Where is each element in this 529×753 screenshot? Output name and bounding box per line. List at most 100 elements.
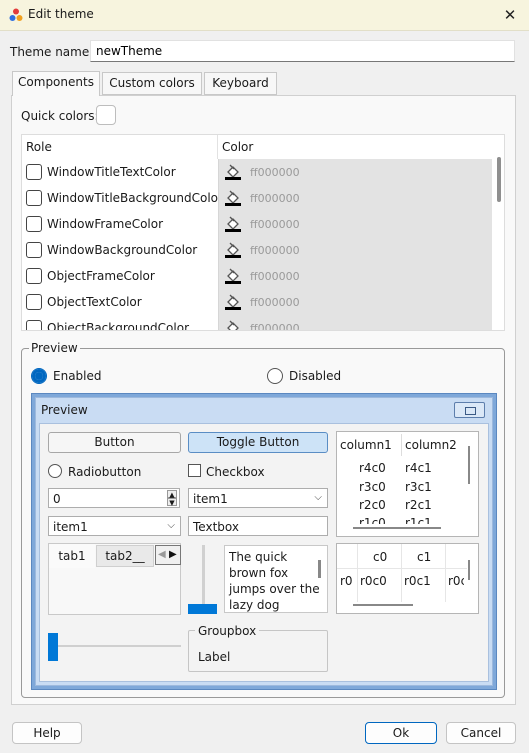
- list-cell[interactable]: r1c0: [359, 516, 386, 524]
- preview-tab-2[interactable]: tab2__: [96, 545, 154, 567]
- grid-row[interactable]: ObjectBackgroundColor: [22, 315, 218, 330]
- list-vertical-scrollbar[interactable]: [468, 446, 470, 484]
- enabled-label[interactable]: Enabled: [53, 369, 102, 383]
- color-cell[interactable]: ff000000: [218, 185, 492, 211]
- preview-combobox-2[interactable]: item1 ⌵: [48, 516, 181, 536]
- chevron-right-icon[interactable]: ▶: [169, 549, 177, 560]
- paint-bucket-icon[interactable]: [225, 320, 241, 331]
- ok-button[interactable]: Ok: [365, 722, 437, 744]
- tab-components[interactable]: Components: [12, 71, 100, 96]
- list-cell[interactable]: r4c1: [405, 461, 432, 475]
- preview-tab-1[interactable]: tab1: [49, 544, 95, 568]
- row-checkbox[interactable]: [26, 294, 42, 310]
- close-icon[interactable]: ✕: [500, 5, 520, 25]
- grid-vertical-scrollbar[interactable]: [468, 560, 470, 580]
- list-column-header[interactable]: column2: [405, 432, 457, 458]
- grid-row-header[interactable]: r0: [340, 574, 353, 588]
- list-cell[interactable]: r3c1: [405, 480, 432, 494]
- grid-column-header[interactable]: c0: [373, 550, 387, 564]
- column-header-color[interactable]: Color: [218, 135, 504, 159]
- spin-up-icon[interactable]: ▲: [167, 490, 177, 499]
- vertical-slider-track[interactable]: [202, 545, 205, 612]
- disabled-label[interactable]: Disabled: [289, 369, 341, 383]
- color-cell[interactable]: ff000000: [218, 315, 492, 331]
- paint-bucket-icon[interactable]: [225, 216, 241, 232]
- row-checkbox[interactable]: [26, 216, 42, 232]
- color-hex: ff000000: [250, 322, 300, 331]
- chevron-down-icon[interactable]: ⌵: [167, 520, 175, 531]
- color-cell[interactable]: ff000000: [218, 289, 492, 315]
- horizontal-slider-track[interactable]: [48, 645, 181, 647]
- paint-bucket-icon[interactable]: [225, 242, 241, 258]
- grid-cell[interactable]: r0c1: [404, 574, 431, 588]
- grid-row[interactable]: WindowTitleTextColor: [22, 159, 218, 185]
- preview-spinbox[interactable]: 0 ▲ ▼: [48, 488, 180, 508]
- row-checkbox[interactable]: [26, 164, 42, 180]
- spin-down-icon[interactable]: ▼: [167, 498, 177, 507]
- list-cell[interactable]: r2c1: [405, 498, 432, 512]
- list-horizontal-scrollbar[interactable]: [353, 527, 441, 529]
- row-checkbox[interactable]: [26, 268, 42, 284]
- list-cell[interactable]: r4c0: [359, 461, 386, 475]
- header-divider: [401, 434, 402, 456]
- row-checkbox[interactable]: [26, 320, 42, 330]
- role-color-grid[interactable]: Role Color WindowTitleTextColor ff000000…: [21, 134, 505, 331]
- preview-radiobutton[interactable]: [48, 464, 62, 478]
- disabled-radio[interactable]: [267, 368, 283, 384]
- color-cell[interactable]: ff000000: [218, 237, 492, 263]
- enabled-radio[interactable]: [31, 368, 47, 384]
- grid-cell[interactable]: r0c2: [448, 574, 464, 588]
- preview-checkbox-label[interactable]: Checkbox: [206, 465, 265, 479]
- app-icon: [9, 8, 23, 21]
- cancel-button[interactable]: Cancel: [446, 722, 516, 744]
- restore-icon[interactable]: [454, 402, 485, 418]
- grid-row[interactable]: WindowFrameColor: [22, 211, 218, 237]
- preview-combobox-1[interactable]: item1 ⌵: [188, 488, 328, 508]
- row-checkbox[interactable]: [26, 242, 42, 258]
- tab-custom-colors[interactable]: Custom colors: [102, 72, 202, 95]
- grid-horizontal-scrollbar[interactable]: [353, 604, 413, 606]
- color-hex: ff000000: [250, 296, 300, 309]
- color-cell[interactable]: ff000000: [218, 159, 492, 185]
- chevron-down-icon[interactable]: ⌵: [314, 492, 322, 503]
- paint-bucket-icon[interactable]: [225, 164, 241, 180]
- preview-toggle-button[interactable]: Toggle Button: [188, 432, 328, 453]
- color-cell[interactable]: ff000000: [218, 263, 492, 289]
- column-header-role[interactable]: Role: [22, 135, 218, 159]
- theme-name-input[interactable]: [90, 40, 515, 62]
- color-hex: ff000000: [250, 192, 300, 205]
- quick-colors-swatch[interactable]: [96, 105, 116, 125]
- role-label: ObjectFrameColor: [47, 269, 155, 283]
- grid-scrollbar[interactable]: [497, 157, 501, 202]
- list-cell[interactable]: r3c0: [359, 480, 386, 494]
- chevron-left-icon[interactable]: ◀: [158, 549, 166, 560]
- preview-window-title: Preview: [41, 403, 88, 417]
- grid-column-header[interactable]: c1: [417, 550, 431, 564]
- paint-bucket-icon[interactable]: [225, 268, 241, 284]
- tab-scroll-arrows[interactable]: ◀ ▶: [155, 545, 181, 565]
- grid-row[interactable]: ObjectFrameColor: [22, 263, 218, 289]
- list-cell[interactable]: r2c0: [359, 498, 386, 512]
- list-cell[interactable]: r1c1: [405, 516, 432, 524]
- row-checkbox[interactable]: [26, 190, 42, 206]
- preview-checkbox[interactable]: [188, 464, 201, 477]
- color-cell[interactable]: ff000000: [218, 211, 492, 237]
- grid-cell[interactable]: r0c0: [360, 574, 387, 588]
- preview-button[interactable]: Button: [48, 432, 181, 453]
- grid-row[interactable]: ObjectTextColor: [22, 289, 218, 315]
- quick-colors-label: Quick colors:: [21, 109, 99, 123]
- vertical-slider-handle[interactable]: [188, 604, 217, 614]
- help-button[interactable]: Help: [12, 722, 82, 744]
- grid-row[interactable]: WindowTitleBackgroundColor: [22, 185, 223, 211]
- role-label: WindowTitleTextColor: [47, 165, 176, 179]
- preview-textbox[interactable]: Textbox: [188, 516, 328, 536]
- preview-listview[interactable]: column1 column2 ˇ r4c0 r4c1 r3c0 r3c1 r2…: [336, 431, 479, 537]
- grid-row[interactable]: WindowBackgroundColor: [22, 237, 218, 263]
- paint-bucket-icon[interactable]: [225, 294, 241, 310]
- preview-memo[interactable]: The quick brown fox jumps over the lazy …: [224, 545, 328, 613]
- preview-radiobutton-label[interactable]: Radiobutton: [68, 465, 141, 479]
- horizontal-slider-handle[interactable]: [48, 633, 58, 661]
- tab-keyboard[interactable]: Keyboard: [204, 72, 277, 95]
- paint-bucket-icon[interactable]: [225, 190, 241, 206]
- memo-scrollbar[interactable]: [318, 560, 321, 578]
